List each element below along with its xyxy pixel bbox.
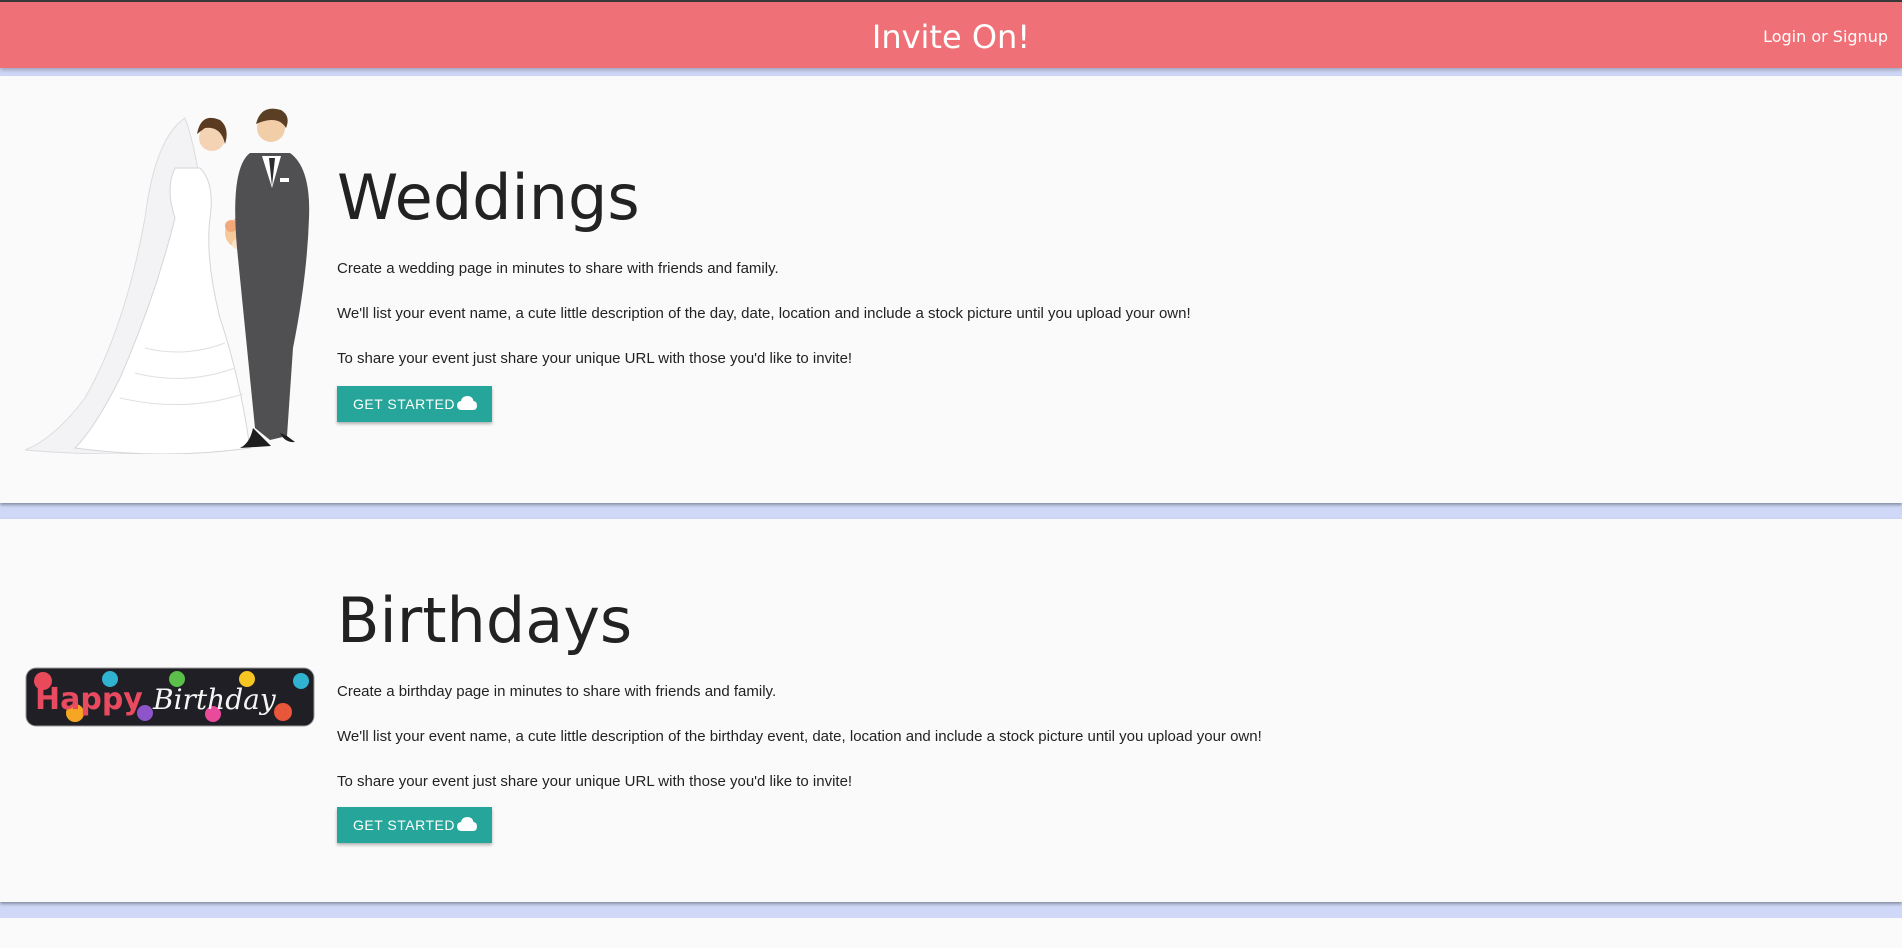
birthday-card: Happy Birthday Birthdays Create a birthd… <box>0 519 1902 902</box>
cloud-icon <box>457 817 477 831</box>
section-title: Birthdays <box>337 584 633 657</box>
birthday-content: Birthdays <box>337 585 632 657</box>
section-paragraph: To share your event just share your uniq… <box>337 350 853 367</box>
section-title: Weddings <box>337 161 640 234</box>
section-paragraph: To share your event just share your uniq… <box>337 773 853 790</box>
section-paragraph: We'll list your event name, a cute littl… <box>337 728 1262 745</box>
wedding-content: Weddings <box>337 162 640 234</box>
navbar: Invite On! Login or Signup <box>0 2 1902 68</box>
section-paragraph: Create a wedding page in minutes to shar… <box>337 260 779 277</box>
banner-birthday: Birthday <box>152 683 277 716</box>
section-paragraph: We'll list your event name, a cute littl… <box>337 305 1191 322</box>
brand-logo[interactable]: Invite On! <box>0 2 1902 72</box>
login-signup-link[interactable]: Login or Signup <box>1763 2 1888 72</box>
cloud-icon <box>457 396 477 410</box>
happy-birthday-banner: Happy Birthday <box>25 667 315 727</box>
banner-happy: Happy <box>35 682 143 717</box>
wedding-couple-illustration <box>25 108 310 454</box>
wedding-card: Weddings Create a wedding page in minute… <box>0 76 1902 503</box>
button-label: GET STARTED <box>353 817 455 833</box>
next-card-partial <box>0 918 1902 948</box>
section-paragraph: Create a birthday page in minutes to sha… <box>337 683 777 700</box>
wedding-get-started-button[interactable]: GET STARTED <box>337 386 492 422</box>
button-label: GET STARTED <box>353 396 455 412</box>
birthday-get-started-button[interactable]: GET STARTED <box>337 807 492 843</box>
